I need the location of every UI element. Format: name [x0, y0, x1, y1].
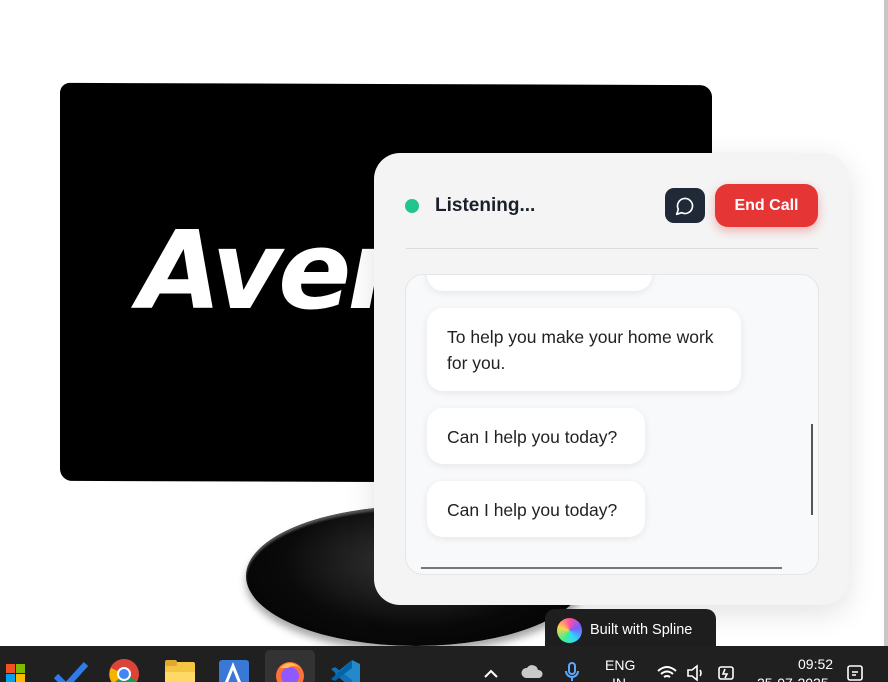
chevron-up-icon[interactable] — [482, 664, 512, 682]
message-bubble: Can I help you today? — [427, 408, 645, 464]
end-call-button[interactable]: End Call — [715, 184, 818, 227]
status-text: Listening... — [435, 195, 536, 216]
header-divider — [406, 248, 818, 249]
notification-icon[interactable] — [846, 664, 876, 682]
page-scrollbar[interactable] — [884, 0, 888, 646]
vscode-icon[interactable] — [329, 658, 360, 682]
file-explorer-icon[interactable] — [164, 658, 195, 682]
firefox-icon[interactable] — [274, 658, 304, 682]
chat-horizontal-scrollbar[interactable] — [421, 567, 782, 569]
message-circle-icon — [675, 197, 694, 215]
clock-time[interactable]: 09:52 — [798, 656, 833, 672]
chat-scrollbar[interactable] — [811, 424, 813, 515]
taskbar: ENG IN 09:52 25-07-2025 — [0, 646, 888, 682]
todo-check-icon[interactable] — [53, 658, 89, 682]
badge-label: Built with Spline — [590, 622, 693, 638]
chrome-icon[interactable] — [108, 658, 139, 682]
message-bubble: To help you make your home work for you. — [427, 308, 741, 391]
volume-icon[interactable] — [686, 664, 716, 682]
wifi-icon[interactable] — [656, 664, 686, 682]
microphone-icon[interactable] — [563, 662, 593, 682]
app-icon[interactable] — [219, 658, 249, 682]
message-bubble-clipped — [427, 275, 652, 291]
message-bubble: Can I help you today? — [427, 481, 645, 537]
language-indicator[interactable]: ENG — [605, 657, 635, 673]
region-indicator: IN — [612, 675, 626, 682]
battery-icon[interactable] — [716, 664, 746, 682]
spline-logo-icon — [557, 617, 582, 643]
clock-date[interactable]: 25-07-2025 — [757, 675, 829, 682]
built-with-spline-badge[interactable]: Built with Spline — [545, 609, 716, 651]
chat-toggle-button[interactable] — [665, 188, 705, 223]
onedrive-cloud-icon[interactable] — [520, 664, 550, 682]
chat-transcript[interactable]: To help you make your home work for you.… — [405, 274, 819, 575]
page-scrollbar-thumb[interactable] — [884, 0, 888, 646]
voice-assistant-card: Listening... End Call To help you make y… — [374, 153, 849, 605]
windows-start-icon[interactable] — [4, 658, 34, 682]
status-dot — [405, 199, 419, 213]
